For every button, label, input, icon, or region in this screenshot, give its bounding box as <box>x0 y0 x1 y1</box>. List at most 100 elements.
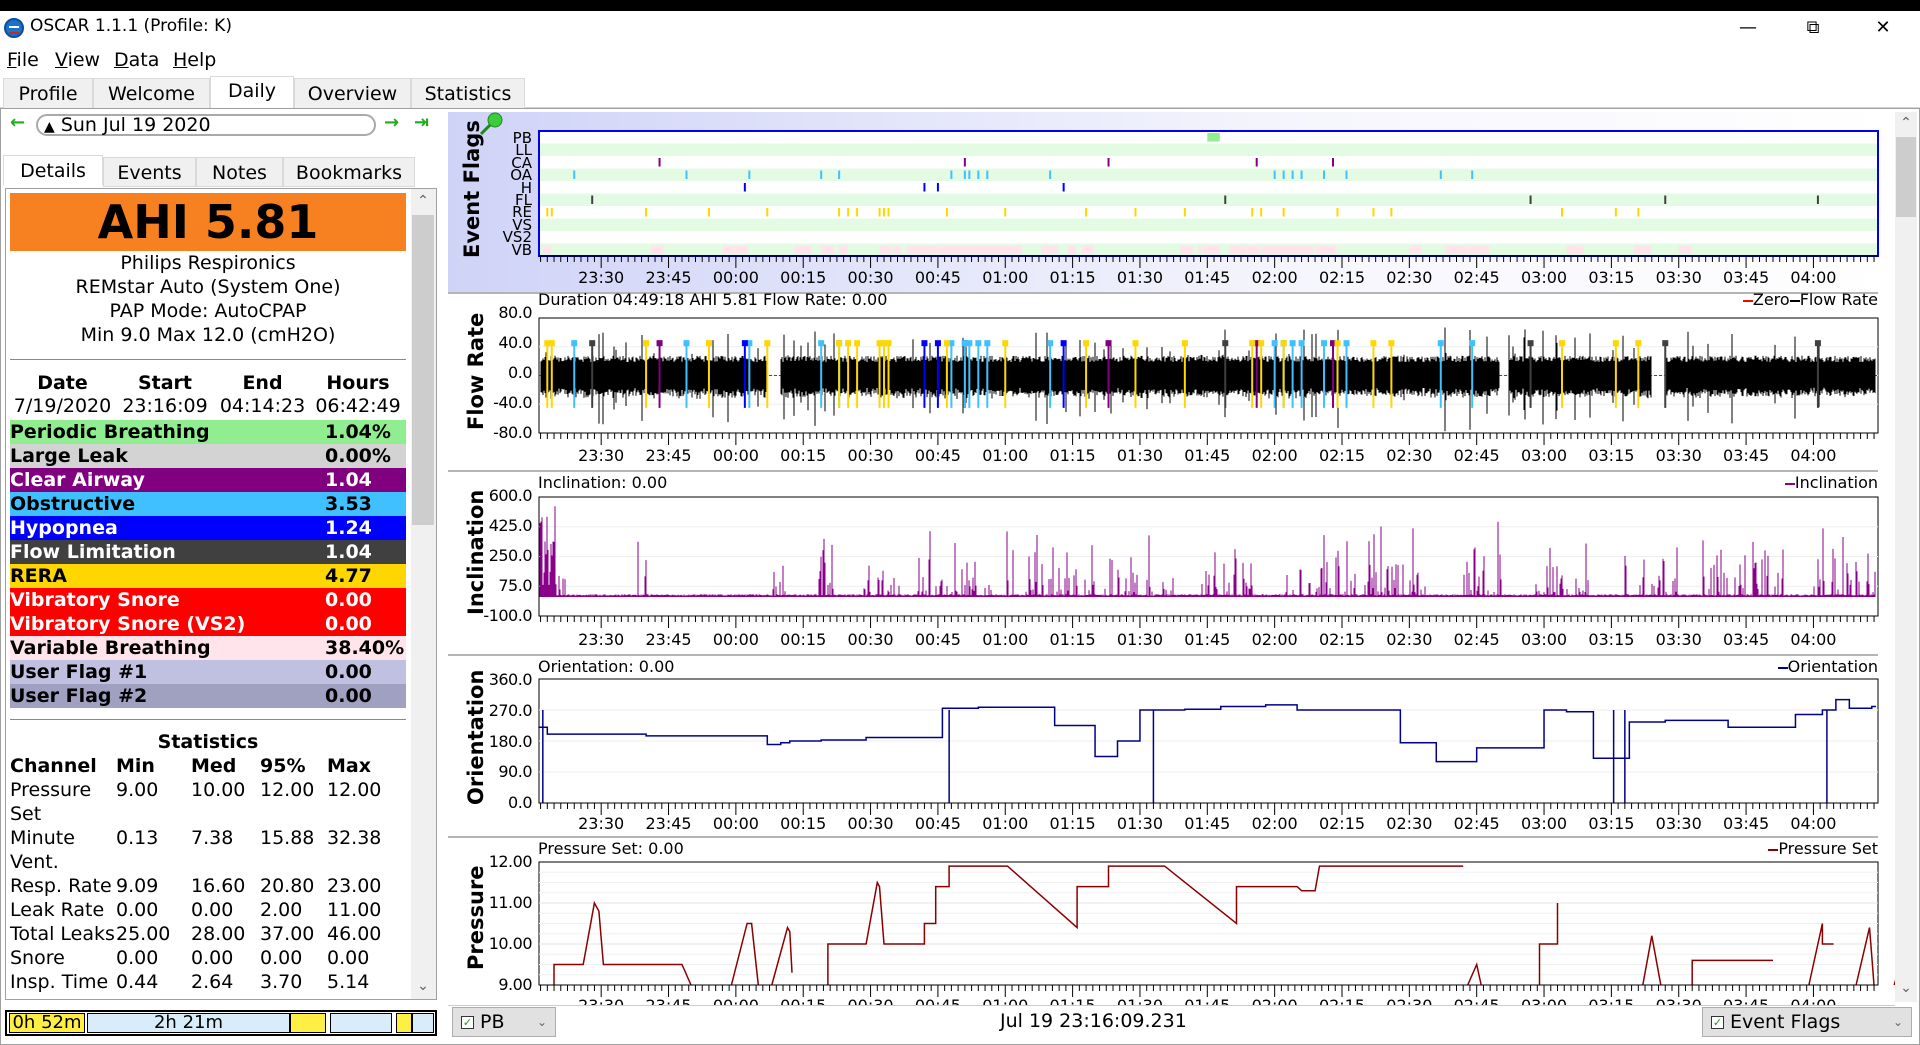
event-span-vb <box>1261 245 1315 254</box>
event-flag-row-band <box>539 193 1878 206</box>
event-filter-combo[interactable]: ✓ PB ⌄ <box>452 1007 556 1037</box>
x-tick-label: 01:45 <box>1184 446 1230 465</box>
x-tick-label: 03:00 <box>1521 814 1567 833</box>
charts-canvas[interactable]: 23:30 23:45 00:00 00:15 00:30 00:45 01:00 01:15… <box>0 0 1920 1045</box>
event-span-vb <box>879 245 893 254</box>
flow-event-marker-head <box>1060 340 1067 347</box>
x-tick-label: 03:15 <box>1588 268 1634 287</box>
x-tick-label: 01:00 <box>982 630 1028 649</box>
x-tick-label: 02:45 <box>1454 814 1500 833</box>
x-tick-label: 23:45 <box>645 630 691 649</box>
flow-event-marker-head <box>943 340 950 347</box>
x-tick-label: 02:15 <box>1319 268 1365 287</box>
flow-event-marker-head <box>1181 340 1188 347</box>
cursor-time: Jul 19 23:16:09.231 <box>1000 1010 1187 1032</box>
x-tick-label: 02:45 <box>1454 446 1500 465</box>
x-tick-label: 02:15 <box>1319 630 1365 649</box>
x-tick-label: 01:15 <box>1050 814 1096 833</box>
x-tick-label: 02:30 <box>1386 814 1432 833</box>
x-tick-label: 02:45 <box>1454 630 1500 649</box>
x-tick-label: 03:30 <box>1656 814 1702 833</box>
flow-event-marker-head <box>1271 340 1278 347</box>
flow-event-marker-head <box>571 340 578 347</box>
flow-event-marker-head <box>1558 340 1565 347</box>
event-span-pb <box>1207 133 1220 142</box>
x-tick-label: 01:00 <box>982 268 1028 287</box>
x-tick-label: 03:30 <box>1656 630 1702 649</box>
x-tick-label: 00:30 <box>848 814 894 833</box>
x-tick-label: 03:15 <box>1588 630 1634 649</box>
x-tick-label: 00:45 <box>915 446 961 465</box>
x-tick-label: 00:30 <box>848 630 894 649</box>
x-tick-label: 01:45 <box>1184 630 1230 649</box>
event-span-vb <box>839 245 848 254</box>
flow-event-marker-head <box>1083 340 1090 347</box>
event-span-vb <box>1229 245 1247 254</box>
event-filter-value: PB <box>480 1011 505 1033</box>
flow-event-marker-head <box>643 340 650 347</box>
event-flag-row-band <box>539 206 1878 219</box>
flow-event-marker-head <box>1437 340 1444 347</box>
x-tick-label: 03:15 <box>1588 814 1634 833</box>
x-tick-label: 02:15 <box>1319 814 1365 833</box>
event-flag-row-band <box>539 218 1878 231</box>
x-tick-label: 00:30 <box>848 268 894 287</box>
chevron-down-icon: ⌄ <box>536 1015 547 1029</box>
flow-event-marker-head <box>921 340 928 347</box>
x-tick-label: 00:15 <box>780 630 826 649</box>
flow-event-marker-head <box>966 340 973 347</box>
flow-event-marker-head <box>1002 340 1009 347</box>
x-tick-label: 02:45 <box>1454 268 1500 287</box>
x-tick-label: 23:45 <box>645 268 691 287</box>
flow-event-marker-head <box>934 340 941 347</box>
flow-event-marker-head <box>1343 340 1350 347</box>
flow-event-marker-head <box>548 340 555 347</box>
x-tick-label: 00:00 <box>713 814 759 833</box>
flow-event-marker-head <box>885 340 892 347</box>
graph-scrollbar[interactable] <box>1895 112 1917 1002</box>
flow-event-marker-head <box>975 340 982 347</box>
x-tick-label: 23:30 <box>578 446 624 465</box>
flow-event-marker-head <box>705 340 712 347</box>
x-tick-label: 04:00 <box>1790 814 1836 833</box>
graph-scroll-down-icon[interactable]: ⌄ <box>1895 980 1917 996</box>
x-tick-label: 03:15 <box>1588 446 1634 465</box>
event-span-vb <box>1409 245 1422 254</box>
x-tick-label: 02:00 <box>1252 268 1298 287</box>
x-tick-label: 23:30 <box>578 630 624 649</box>
flow-event-marker-head <box>683 340 690 347</box>
x-tick-label: 02:00 <box>1252 446 1298 465</box>
x-tick-label: 23:30 <box>578 268 624 287</box>
graph-select-combo[interactable]: ✓ Event Flags ⌄ <box>1702 1007 1912 1037</box>
event-span-vb <box>1247 245 1261 254</box>
graph-scroll-thumb[interactable] <box>1896 137 1916 217</box>
flow-event-marker-head <box>1258 340 1265 347</box>
event-span-vb <box>722 245 749 254</box>
event-span-vb <box>1678 245 1692 254</box>
flow-event-marker-head <box>656 340 663 347</box>
flow-event-marker-head <box>1527 340 1534 347</box>
event-span-vb <box>893 245 901 254</box>
x-tick-label: 02:30 <box>1386 446 1432 465</box>
x-tick-label: 00:00 <box>713 268 759 287</box>
flow-event-marker-head <box>1321 340 1328 347</box>
flow-event-marker-head <box>1469 340 1476 347</box>
x-tick-label: 03:00 <box>1521 268 1567 287</box>
x-tick-label: 01:00 <box>982 814 1028 833</box>
event-span-vb <box>1566 245 1584 254</box>
x-tick-label: 01:30 <box>1117 446 1163 465</box>
checkbox-icon: ✓ <box>1711 1016 1724 1029</box>
flow-event-marker-head <box>741 340 748 347</box>
graph-scroll-up-icon[interactable]: ⌃ <box>1895 115 1917 131</box>
flow-event-marker-head <box>984 340 991 347</box>
x-tick-label: 00:00 <box>713 446 759 465</box>
x-tick-label: 23:45 <box>645 814 691 833</box>
x-tick-label: 01:15 <box>1050 446 1096 465</box>
x-tick-label: 01:45 <box>1184 268 1230 287</box>
flow-event-marker-head <box>589 340 596 347</box>
flow-event-marker-head <box>1289 340 1296 347</box>
event-flag-row-band <box>539 143 1878 156</box>
x-tick-label: 03:45 <box>1723 268 1769 287</box>
event-flag-row-band <box>539 156 1878 169</box>
event-span-vb <box>1202 245 1220 254</box>
